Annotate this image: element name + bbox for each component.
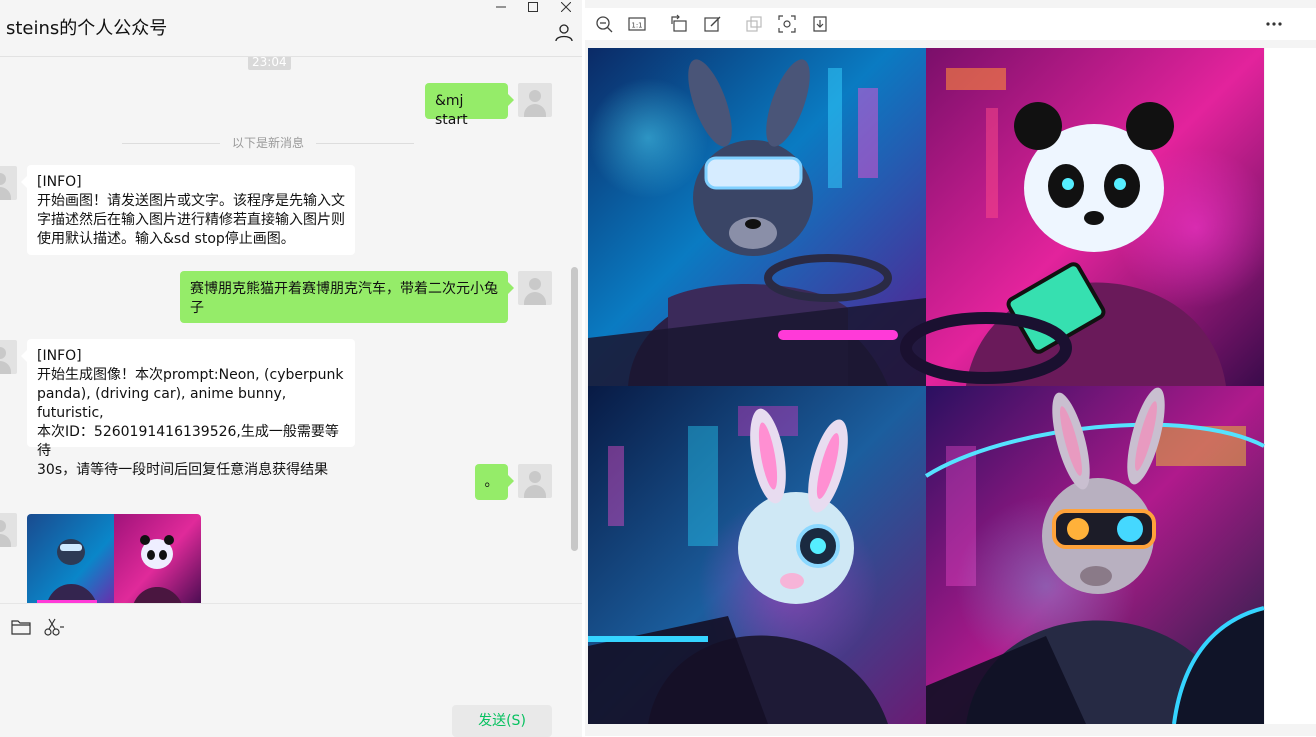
chat-header: steins的个人公众号 — [0, 0, 582, 57]
outgoing-message[interactable]: 赛博朋克熊猫开着赛博朋克汽车，带着二次元小兔子 — [180, 271, 514, 323]
scissors-icon[interactable] — [44, 618, 66, 636]
panel-white-bunny-goggles — [588, 386, 926, 724]
incoming-message[interactable]: [INFO] 开始画图！请发送图片或文字。该程序是先输入文 字描述然后在输入图片… — [21, 165, 355, 255]
panel-panda-with-tablet — [900, 48, 1265, 386]
send-button[interactable]: 发送(S) — [452, 705, 552, 737]
message-list[interactable]: 23:04 &mj start 以下是新消息 [INFO] 开始画图！请发送图片… — [0, 57, 582, 603]
copy-icon[interactable] — [744, 14, 764, 34]
user-icon — [555, 24, 573, 42]
chat-window: steins的个人公众号 23:04 &mj start 以下是新消息 [INF… — [0, 0, 582, 737]
official-account-avatar[interactable] — [0, 166, 17, 200]
close-button[interactable] — [556, 0, 576, 14]
panel-rabbit-in-car — [588, 48, 926, 386]
image-message-thumbnail[interactable] — [27, 514, 201, 603]
new-messages-label: 以下是新消息 — [231, 136, 304, 150]
incoming-message[interactable]: [INFO] 开始生成图像！本次prompt:Neon, (cyberpunk … — [21, 339, 355, 478]
official-account-avatar[interactable] — [0, 340, 17, 374]
more-icon[interactable] — [1264, 14, 1284, 34]
minimize-icon — [496, 6, 506, 8]
generated-image-thumbnail — [27, 514, 201, 603]
image-canvas[interactable] — [588, 48, 1265, 724]
new-messages-divider: 以下是新消息 — [122, 135, 414, 151]
chat-info-button[interactable] — [554, 22, 574, 42]
self-avatar[interactable] — [518, 271, 552, 305]
svg-text:1:1: 1:1 — [631, 22, 642, 30]
official-account-avatar[interactable] — [0, 513, 17, 547]
close-icon — [561, 2, 571, 12]
outgoing-message[interactable]: &mj start — [425, 83, 514, 128]
viewer-toolbar: 1:1 — [585, 8, 1316, 40]
screenshot-icon[interactable] — [777, 14, 797, 34]
self-avatar[interactable] — [518, 464, 552, 498]
image-viewer: 1:1 — [585, 0, 1316, 736]
viewer-side-strip — [1265, 48, 1316, 724]
minimize-button[interactable] — [491, 0, 511, 14]
outgoing-message[interactable]: 。 — [475, 464, 514, 500]
zoom-out-icon[interactable] — [594, 14, 614, 34]
maximize-icon — [528, 2, 538, 12]
maximize-button[interactable] — [523, 0, 543, 14]
generated-image-grid — [588, 48, 1265, 724]
panel-rabbit-glowing-goggles — [924, 386, 1265, 724]
rotate-icon[interactable] — [669, 14, 689, 34]
chat-title: steins的个人公众号 — [6, 18, 168, 39]
chat-scrollbar[interactable] — [571, 267, 578, 551]
edit-icon[interactable] — [703, 14, 723, 34]
message-input-area[interactable]: 发送(S) — [0, 603, 582, 737]
actual-size-icon[interactable]: 1:1 — [627, 14, 647, 34]
download-icon[interactable] — [810, 14, 830, 34]
folder-icon[interactable] — [11, 619, 31, 635]
message-timestamp: 23:04 — [248, 57, 291, 70]
self-avatar[interactable] — [518, 83, 552, 117]
